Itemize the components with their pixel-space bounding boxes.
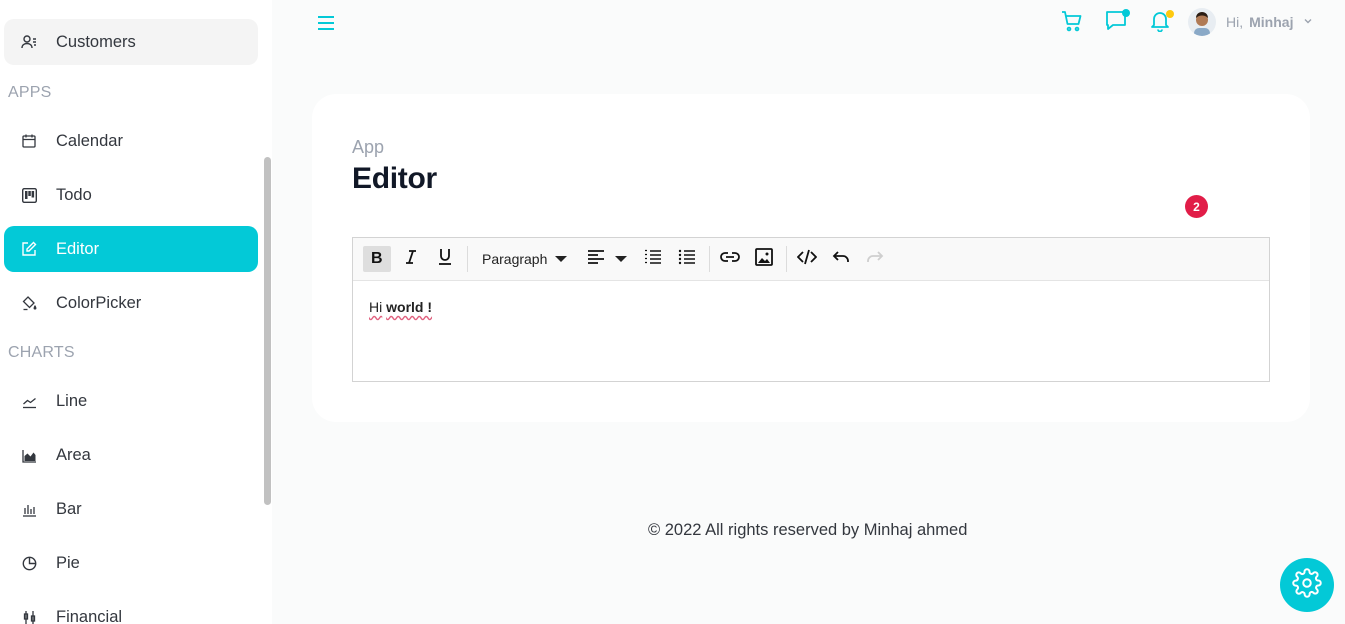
sidebar-scrollbar[interactable] xyxy=(264,157,271,505)
ordered-list-icon xyxy=(644,249,662,270)
page-title: Editor xyxy=(352,162,437,195)
align-left-icon xyxy=(587,249,605,269)
undo-button[interactable] xyxy=(827,246,855,272)
sidebar-item-calendar[interactable]: Calendar xyxy=(4,118,258,164)
chevron-down-icon xyxy=(1303,13,1313,31)
sidebar-item-label: Line xyxy=(56,391,88,410)
block-format-value: Paragraph xyxy=(482,251,548,267)
source-code-button[interactable] xyxy=(793,246,821,272)
rich-text-editor: B Paragraph Hi world ! xyxy=(352,237,1270,382)
caret-down-icon xyxy=(615,256,628,262)
editor-card: App Editor B Paragraph Hi world ! 2 xyxy=(312,94,1310,422)
financial-chart-icon xyxy=(20,608,38,624)
sidebar-item-label: Financial xyxy=(56,607,123,624)
sidebar-item-label: Pie xyxy=(56,553,80,572)
editor-toolbar: B Paragraph xyxy=(353,238,1269,281)
bell-notification-dot xyxy=(1166,10,1174,18)
sidebar-item-colorpicker[interactable]: ColorPicker xyxy=(4,280,258,326)
user-profile-menu[interactable]: Hi, Minhaj xyxy=(1188,6,1313,38)
hamburger-icon xyxy=(316,16,336,37)
breadcrumb: App xyxy=(352,137,385,157)
spellcheck-badge[interactable]: 2 xyxy=(1185,195,1208,218)
cart-icon xyxy=(1060,9,1084,38)
sidebar-item-label: Customers xyxy=(56,32,136,51)
sidebar: Customers APPS Calendar Todo Editor Colo… xyxy=(0,0,272,624)
bar-chart-icon xyxy=(20,500,38,518)
bold-button[interactable]: B xyxy=(363,246,391,272)
avatar xyxy=(1188,8,1216,36)
sidebar-item-area[interactable]: Area xyxy=(4,432,258,478)
sidebar-item-label: Calendar xyxy=(56,131,123,150)
gear-icon xyxy=(1292,567,1322,603)
sidebar-item-line[interactable]: Line xyxy=(4,378,258,424)
sidebar-item-label: Todo xyxy=(56,185,92,204)
sidebar-item-bar[interactable]: Bar xyxy=(4,486,258,532)
footer-text: © 2022 All rights reserved by Minhaj ahm… xyxy=(648,521,968,539)
insert-image-button[interactable] xyxy=(750,246,778,272)
alignment-dropdown[interactable] xyxy=(579,246,633,272)
chat-notification-dot xyxy=(1122,9,1130,17)
redo-button[interactable] xyxy=(861,246,889,272)
editor-content-area[interactable]: Hi world ! xyxy=(353,281,1269,333)
sidebar-item-editor[interactable]: Editor xyxy=(4,226,258,272)
section-apps: APPS xyxy=(8,84,52,101)
section-charts: CHARTS xyxy=(8,344,75,361)
sidebar-item-financial[interactable]: Financial xyxy=(4,594,258,624)
image-icon xyxy=(755,247,774,271)
caret-down-icon xyxy=(555,256,568,262)
kanban-icon xyxy=(20,186,38,204)
undo-icon xyxy=(832,250,850,269)
italic-icon xyxy=(404,249,418,270)
line-chart-icon xyxy=(20,392,38,410)
sidebar-item-label: Area xyxy=(56,445,91,464)
underline-button[interactable] xyxy=(431,246,459,272)
pie-chart-icon xyxy=(20,554,38,572)
ordered-list-button[interactable] xyxy=(639,246,667,272)
customers-icon xyxy=(20,33,38,51)
editor-text-plain: Hi xyxy=(369,299,383,315)
edit-icon xyxy=(20,240,38,258)
sidebar-item-label: Bar xyxy=(56,499,82,518)
calendar-icon xyxy=(20,132,38,150)
editor-text-bold: world ! xyxy=(386,299,433,315)
bullet-list-icon xyxy=(678,249,696,270)
area-chart-icon xyxy=(20,446,38,464)
theme-settings-button[interactable] xyxy=(1280,558,1334,612)
greeting-text: Hi, xyxy=(1226,14,1244,30)
toolbar-divider xyxy=(467,246,468,272)
link-icon xyxy=(720,250,741,268)
color-fill-icon xyxy=(20,294,38,312)
sidebar-item-label: ColorPicker xyxy=(56,293,142,312)
svg-text:B: B xyxy=(371,250,383,265)
username: Minhaj xyxy=(1249,14,1294,30)
underline-icon xyxy=(438,248,452,271)
bold-icon: B xyxy=(370,249,384,270)
italic-button[interactable] xyxy=(397,246,425,272)
redo-icon xyxy=(866,250,884,269)
insert-link-button[interactable] xyxy=(716,246,744,272)
toolbar-divider xyxy=(786,246,788,272)
sidebar-item-label: Editor xyxy=(56,239,100,258)
sidebar-item-pie[interactable]: Pie xyxy=(4,540,258,586)
toolbar-divider xyxy=(709,246,711,272)
sidebar-item-customers[interactable]: Customers xyxy=(4,19,258,65)
cart-button[interactable] xyxy=(1059,10,1085,36)
code-icon xyxy=(797,249,818,270)
sidebar-item-todo[interactable]: Todo xyxy=(4,172,258,218)
bullet-list-button[interactable] xyxy=(673,246,701,272)
notification-button[interactable] xyxy=(1147,10,1174,36)
menu-toggle-button[interactable] xyxy=(316,13,336,33)
block-format-dropdown[interactable]: Paragraph xyxy=(474,246,573,272)
chat-button[interactable] xyxy=(1103,9,1130,36)
